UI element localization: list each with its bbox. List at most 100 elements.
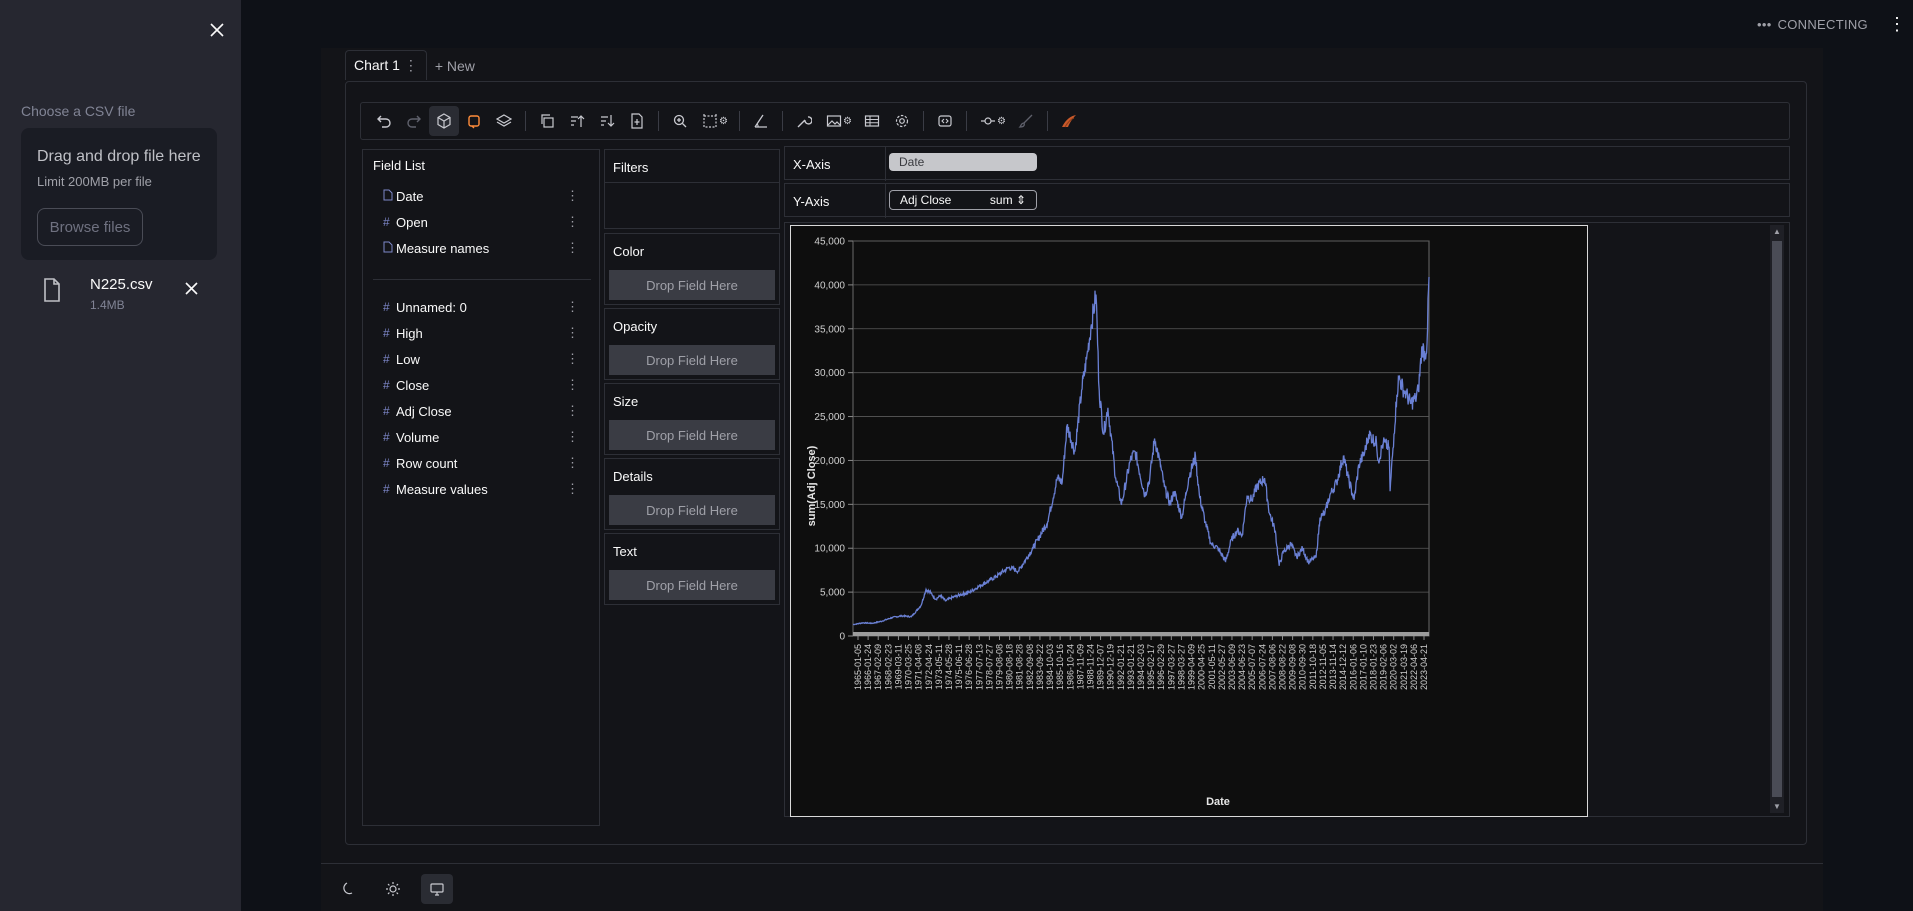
gear-icon[interactable]: ⚙ bbox=[843, 116, 853, 127]
x-tick-label: 2013-11-14 bbox=[1328, 644, 1338, 689]
axis-icon[interactable] bbox=[746, 106, 776, 136]
x-axis-label: X-Axis bbox=[793, 157, 831, 172]
toolbar-divider bbox=[782, 111, 783, 131]
remove-file-icon[interactable] bbox=[177, 274, 205, 302]
shelf-divider bbox=[605, 182, 779, 183]
field-list-title: Field List bbox=[373, 158, 426, 173]
field-item-low[interactable]: # Low ⋮ bbox=[383, 348, 583, 370]
light-mode-icon[interactable] bbox=[377, 874, 409, 904]
upload-label: Choose a CSV file bbox=[21, 103, 136, 119]
settings-icon[interactable] bbox=[887, 106, 917, 136]
sort-descending-icon[interactable] bbox=[592, 106, 622, 136]
x-axis-field-pill[interactable]: Date bbox=[889, 153, 1037, 171]
x-tick-label: 1972-04-24 bbox=[924, 644, 934, 690]
field-item-close[interactable]: # Close ⋮ bbox=[383, 374, 583, 396]
field-list: Field List Date ⋮ # Open ⋮ Measure names ⋮ #… bbox=[362, 149, 600, 826]
zoom-icon[interactable] bbox=[665, 106, 695, 136]
wrench-icon[interactable] bbox=[789, 106, 819, 136]
color-drop-zone[interactable]: Drop Field Here bbox=[609, 270, 775, 300]
scroll-up-icon[interactable]: ▲ bbox=[1773, 227, 1781, 236]
field-menu-icon[interactable]: ⋮ bbox=[566, 455, 579, 471]
field-menu-icon[interactable]: ⋮ bbox=[566, 351, 579, 367]
x-tick-label: 2000-04-25 bbox=[1197, 644, 1207, 690]
x-tick-label: 1990-12-19 bbox=[1106, 644, 1116, 690]
copy-icon[interactable] bbox=[532, 106, 562, 136]
opacity-drop-zone[interactable]: Drop Field Here bbox=[609, 345, 775, 375]
field-menu-icon[interactable]: ⋮ bbox=[566, 377, 579, 393]
file-name: N225.csv bbox=[90, 276, 153, 293]
field-item-volume[interactable]: # Volume ⋮ bbox=[383, 426, 583, 448]
y-axis-field-pill[interactable]: Adj Close sum ⇕ bbox=[889, 190, 1037, 210]
kanaries-logo-icon[interactable] bbox=[1054, 106, 1084, 136]
field-menu-icon[interactable]: ⋮ bbox=[566, 214, 579, 230]
field-menu-icon[interactable]: ⋮ bbox=[566, 240, 579, 256]
field-menu-icon[interactable]: ⋮ bbox=[566, 299, 579, 315]
file-dropzone[interactable]: Drag and drop file here Limit 200MB per … bbox=[21, 128, 217, 260]
scroll-thumb[interactable] bbox=[1772, 241, 1782, 797]
field-menu-icon[interactable]: ⋮ bbox=[566, 188, 579, 204]
y-tick-label: 30,000 bbox=[814, 368, 845, 379]
text-drop-zone[interactable]: Drop Field Here bbox=[609, 570, 775, 600]
field-menu-icon[interactable]: ⋮ bbox=[566, 481, 579, 497]
x-axis-ticks: 1965-01-05 1966-01-24 1967-02-09 1968-02-23… bbox=[853, 636, 1429, 690]
field-list-divider bbox=[373, 279, 591, 280]
tab-new[interactable]: + New bbox=[427, 52, 483, 80]
details-drop-zone[interactable]: Drop Field Here bbox=[609, 495, 775, 525]
tab-chart-1[interactable]: Chart 1 ⋮ bbox=[345, 50, 427, 80]
table-icon[interactable] bbox=[857, 106, 887, 136]
field-item-open[interactable]: # Open ⋮ bbox=[383, 211, 583, 233]
x-tick-label: 1987-11-09 bbox=[1075, 644, 1085, 689]
hash-icon: # bbox=[383, 378, 390, 392]
x-tick-label: 2006-07-24 bbox=[1257, 644, 1267, 690]
sidebar-close-icon[interactable] bbox=[203, 16, 231, 44]
redo-icon[interactable] bbox=[399, 106, 429, 136]
x-tick-label: 2009-09-08 bbox=[1288, 644, 1298, 690]
cube-icon[interactable] bbox=[429, 106, 459, 136]
field-menu-icon[interactable]: ⋮ bbox=[566, 403, 579, 419]
field-item-high[interactable]: # High ⋮ bbox=[383, 322, 583, 344]
x-tick-label: 2008-08-22 bbox=[1278, 644, 1288, 690]
code-icon[interactable] bbox=[930, 106, 960, 136]
field-label: Close bbox=[396, 377, 430, 393]
toolbar-divider bbox=[525, 111, 526, 131]
main-menu-icon[interactable]: ⋮ bbox=[1888, 14, 1906, 35]
filters-title: Filters bbox=[613, 160, 649, 175]
x-tick-label: 2014-12-12 bbox=[1338, 644, 1348, 690]
y-axis-ticks: 0 5,000 10,000 15,000 20,000 25,000 30,000 35,0… bbox=[814, 237, 853, 643]
size-drop-zone[interactable]: Drop Field Here bbox=[609, 420, 775, 450]
sort-ascending-icon[interactable] bbox=[562, 106, 592, 136]
size-shelf: Size Drop Field Here bbox=[604, 383, 780, 455]
field-item-measure-names[interactable]: Measure names ⋮ bbox=[383, 237, 583, 259]
hash-icon: # bbox=[383, 456, 390, 470]
text-field-icon bbox=[383, 189, 396, 204]
filters-shelf[interactable]: Filters bbox=[604, 149, 780, 229]
scroll-down-icon[interactable]: ▼ bbox=[1773, 802, 1781, 811]
dark-mode-icon[interactable] bbox=[333, 874, 365, 904]
field-item-adj-close[interactable]: # Adj Close ⋮ bbox=[383, 400, 583, 422]
paintbrush-icon[interactable] bbox=[1011, 106, 1041, 136]
browse-files-button[interactable]: Browse files bbox=[37, 208, 143, 246]
x-tick-label: 2003-06-09 bbox=[1227, 644, 1237, 690]
gear-icon[interactable]: ⚙ bbox=[997, 116, 1007, 127]
field-item-row-count[interactable]: # Row count ⋮ bbox=[383, 452, 583, 474]
field-item-unnamed[interactable]: # Unnamed: 0 ⋮ bbox=[383, 296, 583, 318]
text-shelf: Text Drop Field Here bbox=[604, 533, 780, 605]
field-item-date[interactable]: Date ⋮ bbox=[383, 185, 583, 207]
system-mode-icon[interactable] bbox=[421, 874, 453, 904]
chart-type-icon[interactable] bbox=[459, 106, 489, 136]
field-item-measure-values[interactable]: # Measure values ⋮ bbox=[383, 478, 583, 500]
tab-menu-icon[interactable]: ⋮ bbox=[404, 57, 418, 73]
y-tick-label: 40,000 bbox=[814, 280, 845, 291]
layers-icon[interactable] bbox=[489, 106, 519, 136]
x-tick-label: 2010-09-30 bbox=[1298, 644, 1308, 690]
undo-icon[interactable] bbox=[369, 106, 399, 136]
aggregation-select[interactable]: sum ⇕ bbox=[990, 193, 1026, 207]
details-title: Details bbox=[613, 469, 653, 484]
hash-icon: # bbox=[383, 430, 390, 444]
x-tick-label: 1965-01-05 bbox=[853, 644, 863, 690]
gear-icon[interactable]: ⚙ bbox=[719, 116, 729, 127]
field-menu-icon[interactable]: ⋮ bbox=[566, 325, 579, 341]
chart-scrollbar[interactable]: ▲ ▼ bbox=[1770, 225, 1784, 813]
field-menu-icon[interactable]: ⋮ bbox=[566, 429, 579, 445]
export-file-icon[interactable] bbox=[622, 106, 652, 136]
